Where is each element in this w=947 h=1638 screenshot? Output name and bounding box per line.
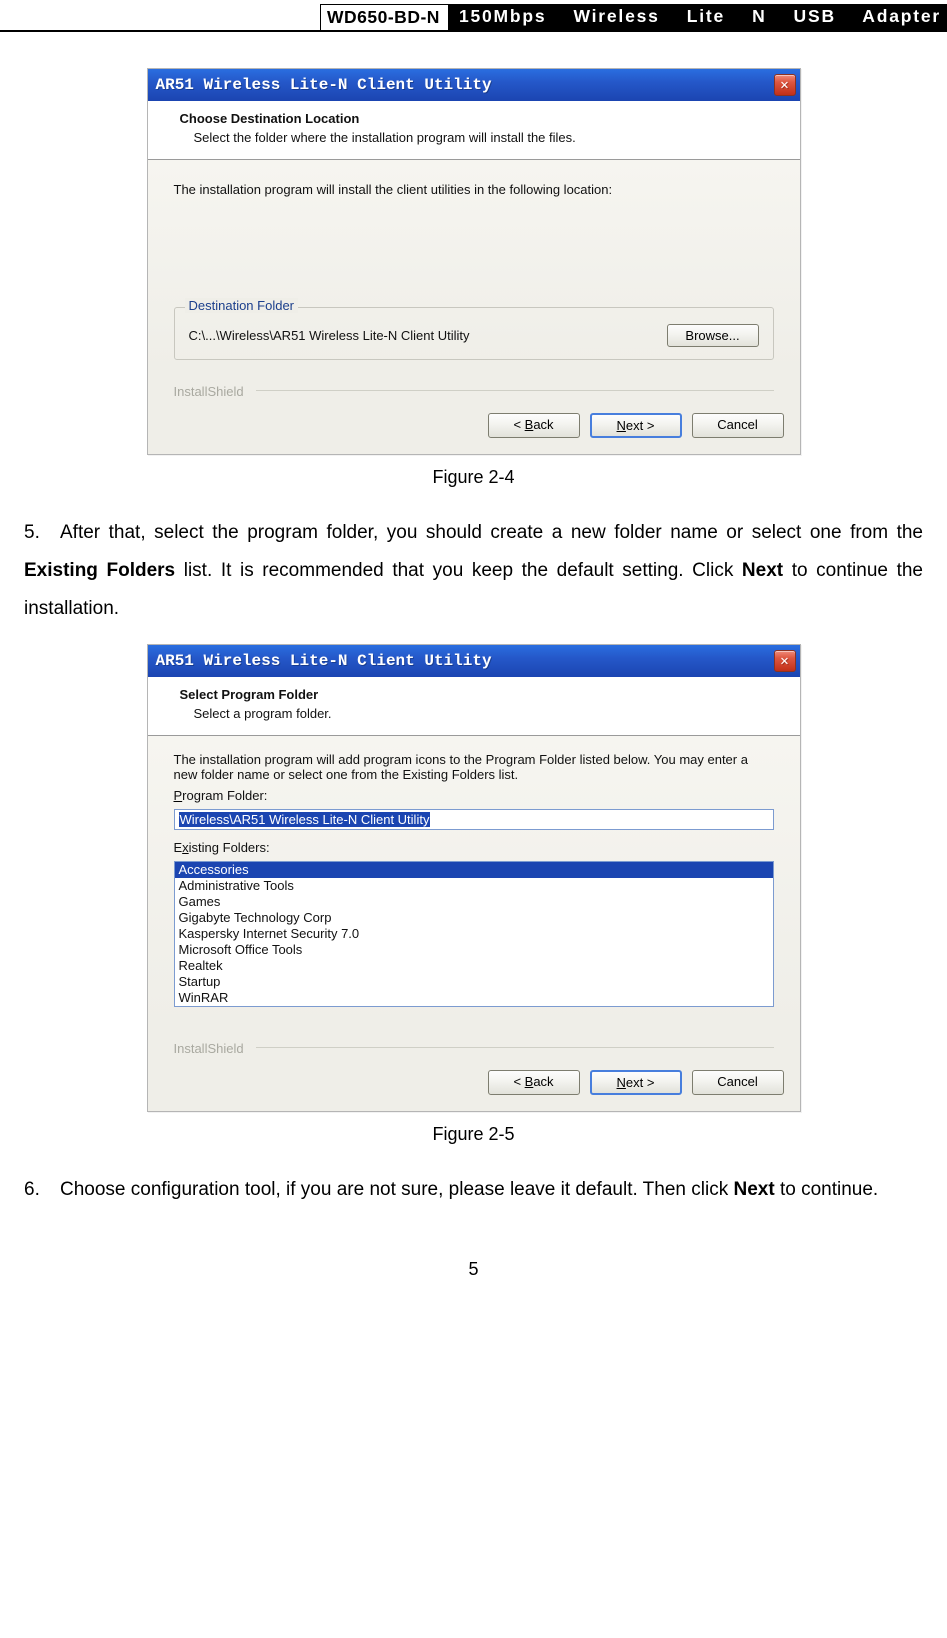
back-button[interactable]: < Back [488, 413, 580, 438]
program-folder-label: Program Folder: [174, 788, 774, 803]
divider [256, 1047, 774, 1048]
existing-folders-label: Existing Folders: [174, 840, 774, 855]
program-folder-input[interactable]: Wireless\AR51 Wireless Lite-N Client Uti… [174, 809, 774, 830]
page-header: WD650-BD-N 150Mbps Wireless Lite N USB A… [0, 4, 947, 32]
figure-2-5-wrap: AR51 Wireless Lite-N Client Utility ✕ Se… [0, 644, 947, 1145]
divider [256, 390, 774, 391]
browse-button[interactable]: Browse... [667, 324, 759, 347]
button-bar: < Back Next > Cancel [148, 1062, 800, 1111]
back-button[interactable]: < Back [488, 1070, 580, 1095]
titlebar: AR51 Wireless Lite-N Client Utility ✕ [148, 69, 800, 101]
brand-text: InstallShield [174, 1041, 244, 1056]
group-legend: Destination Folder [185, 298, 299, 313]
list-item[interactable]: Realtek [175, 958, 773, 974]
brand-text: InstallShield [174, 384, 244, 399]
list-item[interactable]: Gigabyte Technology Corp [175, 910, 773, 926]
list-item[interactable]: Games [175, 894, 773, 910]
dialog-content: The installation program will install th… [148, 160, 800, 370]
header-product: 150Mbps Wireless Lite N USB Adapter [449, 4, 947, 30]
list-item[interactable]: Administrative Tools [175, 878, 773, 894]
step-number: 6. [24, 1171, 60, 1209]
install-dialog-program-folder: AR51 Wireless Lite-N Client Utility ✕ Se… [147, 644, 801, 1112]
list-item[interactable]: Startup [175, 974, 773, 990]
destination-path: C:\...\Wireless\AR51 Wireless Lite-N Cli… [189, 328, 657, 343]
dialog-title: AR51 Wireless Lite-N Client Utility [156, 76, 774, 94]
header-model: WD650-BD-N [320, 4, 449, 30]
list-item[interactable]: Microsoft Office Tools [175, 942, 773, 958]
banner-subtitle: Select the folder where the installation… [180, 130, 782, 145]
banner-title: Choose Destination Location [180, 111, 782, 126]
next-button[interactable]: Next > [590, 1070, 682, 1095]
cancel-button[interactable]: Cancel [692, 1070, 784, 1095]
dialog-content: The installation program will add progra… [148, 736, 800, 1027]
banner-title: Select Program Folder [180, 687, 782, 702]
close-icon[interactable]: ✕ [774, 650, 796, 672]
banner: Choose Destination Location Select the f… [148, 101, 800, 160]
figure-caption: Figure 2-4 [0, 467, 947, 488]
cancel-button[interactable]: Cancel [692, 413, 784, 438]
dialog-title: AR51 Wireless Lite-N Client Utility [156, 652, 774, 670]
content-text: The installation program will install th… [174, 182, 774, 197]
list-item[interactable]: Accessories [175, 862, 773, 878]
titlebar: AR51 Wireless Lite-N Client Utility ✕ [148, 645, 800, 677]
close-icon[interactable]: ✕ [774, 74, 796, 96]
installshield-brand: InstallShield [148, 370, 800, 405]
destination-folder-group: Destination Folder C:\...\Wireless\AR51 … [174, 307, 774, 360]
list-item[interactable]: Kaspersky Internet Security 7.0 [175, 926, 773, 942]
button-bar: < Back Next > Cancel [148, 405, 800, 454]
figure-2-4-wrap: AR51 Wireless Lite-N Client Utility ✕ Ch… [0, 68, 947, 488]
banner-subtitle: Select a program folder. [180, 706, 782, 721]
step-6-text: 6.Choose configuration tool, if you are … [0, 1171, 947, 1209]
content-text: The installation program will add progra… [174, 752, 774, 782]
install-dialog-destination: AR51 Wireless Lite-N Client Utility ✕ Ch… [147, 68, 801, 455]
next-button[interactable]: Next > [590, 413, 682, 438]
installshield-brand: InstallShield [148, 1027, 800, 1062]
step-5-text: 5.After that, select the program folder,… [0, 514, 947, 628]
step-number: 5. [24, 514, 60, 552]
banner: Select Program Folder Select a program f… [148, 677, 800, 736]
list-item[interactable]: WinRAR [175, 990, 773, 1006]
existing-folders-listbox[interactable]: Accessories Administrative Tools Games G… [174, 861, 774, 1007]
page-number: 5 [0, 1259, 947, 1280]
figure-caption: Figure 2-5 [0, 1124, 947, 1145]
